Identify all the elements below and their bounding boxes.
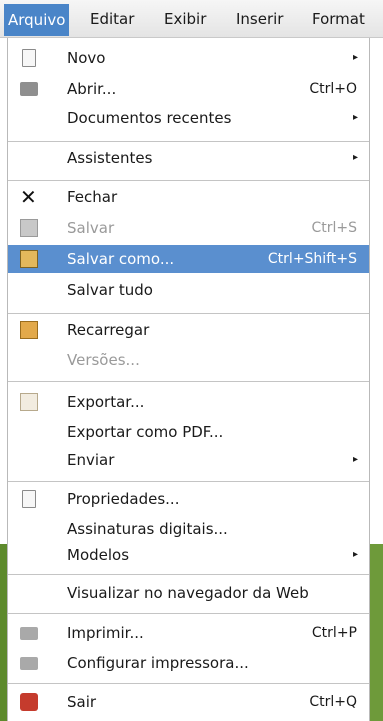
- shortcut-label: Ctrl+Shift+S: [267, 251, 357, 267]
- separator: [8, 574, 369, 575]
- menu-item-label: Assistentes: [67, 149, 153, 167]
- exit-icon: [20, 693, 38, 711]
- menu-item-label: Configurar impressora...: [67, 654, 249, 672]
- submenu-arrow-icon: ▸: [352, 112, 358, 123]
- menu-item-assinaturas[interactable]: Assinaturas digitais...: [8, 515, 369, 543]
- menu-item-label: Documentos recentes: [67, 109, 232, 127]
- menu-item-salvar-tudo[interactable]: Salvar tudo: [8, 276, 369, 304]
- menu-item-label: Abrir...: [67, 80, 117, 98]
- shortcut-label: Ctrl+S: [311, 220, 357, 236]
- menu-item-configurar-impressora[interactable]: Configurar impressora...: [8, 649, 369, 677]
- save-as-icon: [20, 250, 38, 268]
- menu-item-documentos-recentes[interactable]: Documentos recentes ▸: [8, 104, 369, 132]
- menu-inserir[interactable]: Inserir: [232, 6, 287, 32]
- menu-editar[interactable]: Editar: [86, 6, 138, 32]
- separator: [8, 613, 369, 614]
- menu-item-abrir[interactable]: Abrir... Ctrl+O: [8, 75, 369, 103]
- submenu-arrow-icon: ▸: [352, 52, 358, 63]
- menu-item-label: Salvar tudo: [67, 281, 153, 299]
- menu-item-propriedades[interactable]: Propriedades...: [8, 485, 369, 513]
- separator: [8, 141, 369, 142]
- menu-item-label: Propriedades...: [67, 490, 180, 508]
- menu-item-label: Modelos: [67, 546, 130, 564]
- shortcut-label: Ctrl+O: [309, 81, 357, 97]
- menu-item-imprimir[interactable]: Imprimir... Ctrl+P: [8, 619, 369, 647]
- menu-item-label: Exportar como PDF...: [67, 423, 224, 441]
- submenu-arrow-icon: ▸: [352, 152, 358, 163]
- export-icon: [20, 393, 38, 411]
- menu-bar: Arquivo Editar Exibir Inserir Format: [0, 0, 383, 38]
- menu-item-label: Salvar: [67, 219, 115, 237]
- file-menu-dropdown: Novo ▸ Abrir... Ctrl+O Documentos recent…: [7, 38, 370, 721]
- menu-item-label: Recarregar: [67, 321, 150, 339]
- menu-item-label: Exportar...: [67, 393, 145, 411]
- menu-item-assistentes[interactable]: Assistentes ▸: [8, 144, 369, 172]
- menu-format[interactable]: Format: [308, 6, 369, 32]
- menu-item-sair[interactable]: Sair Ctrl+Q: [8, 688, 369, 716]
- menu-item-label: Novo: [67, 49, 106, 67]
- menu-item-label: Fechar: [67, 188, 118, 206]
- menu-item-label: Enviar: [67, 451, 115, 469]
- submenu-arrow-icon: ▸: [352, 454, 358, 465]
- menu-item-salvar[interactable]: Salvar Ctrl+S: [8, 214, 369, 242]
- menu-item-exportar-pdf[interactable]: Exportar como PDF...: [8, 418, 369, 446]
- shortcut-label: Ctrl+Q: [309, 694, 357, 710]
- separator: [8, 683, 369, 684]
- save-icon: [20, 219, 38, 237]
- printer-settings-icon: [20, 657, 38, 670]
- menu-item-label: Sair: [67, 693, 97, 711]
- menu-item-novo[interactable]: Novo ▸: [8, 44, 369, 72]
- menu-item-enviar[interactable]: Enviar ▸: [8, 446, 369, 474]
- menu-item-label: Visualizar no navegador da Web: [67, 584, 309, 602]
- menu-item-visualizar-navegador[interactable]: Visualizar no navegador da Web: [8, 579, 369, 607]
- separator: [8, 481, 369, 482]
- menu-exibir[interactable]: Exibir: [160, 6, 210, 32]
- menu-item-fechar[interactable]: ✕ Fechar: [8, 183, 369, 211]
- separator: [8, 180, 369, 181]
- new-document-icon: [22, 49, 36, 67]
- open-folder-icon: [20, 82, 38, 96]
- submenu-arrow-icon: ▸: [352, 549, 358, 560]
- shortcut-label: Ctrl+P: [311, 625, 357, 641]
- close-icon: ✕: [20, 185, 37, 209]
- menu-item-label: Assinaturas digitais...: [67, 520, 228, 538]
- menu-item-recarregar[interactable]: Recarregar: [8, 316, 369, 344]
- menu-item-modelos[interactable]: Modelos ▸: [8, 541, 369, 569]
- separator: [8, 313, 369, 314]
- menu-item-versoes[interactable]: Versões...: [8, 346, 369, 374]
- menu-item-salvar-como[interactable]: Salvar como... Ctrl+Shift+S: [8, 245, 369, 273]
- menu-item-label: Versões...: [67, 351, 140, 369]
- menu-item-label: Salvar como...: [67, 250, 175, 268]
- reload-icon: [20, 321, 38, 339]
- menu-item-label: Imprimir...: [67, 624, 144, 642]
- printer-icon: [20, 627, 38, 640]
- menu-arquivo[interactable]: Arquivo: [4, 4, 70, 36]
- separator: [8, 381, 369, 382]
- properties-icon: [22, 490, 36, 508]
- menu-item-exportar[interactable]: Exportar...: [8, 388, 369, 416]
